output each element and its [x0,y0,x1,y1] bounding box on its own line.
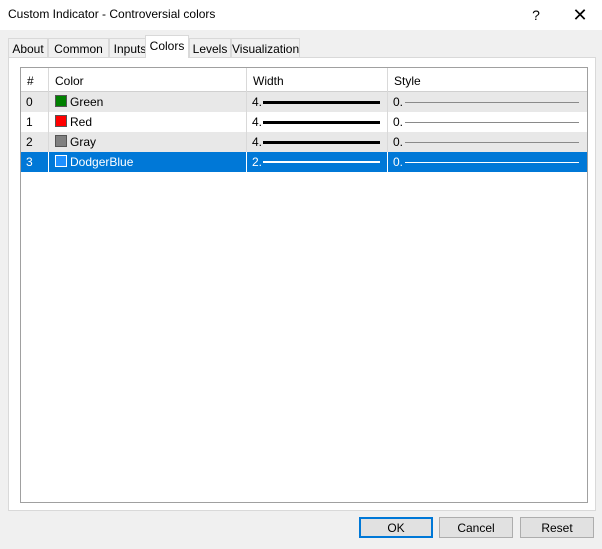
width-value: 4. [252,115,263,129]
color-cell[interactable]: Red [49,112,247,132]
title-bar: Custom Indicator - Controversial colors … [0,0,602,30]
color-name: Gray [70,135,97,149]
width-line-preview [263,121,380,124]
color-cell[interactable]: DodgerBlue [49,152,247,172]
width-cell[interactable]: 4. [247,92,388,112]
style-line-preview [405,162,579,163]
width-cell[interactable]: 4. [247,112,388,132]
style-cell[interactable]: 0. [388,92,587,112]
width-cell[interactable]: 2. [247,152,388,172]
tab-levels[interactable]: Levels [189,38,231,58]
style-value: 0. [393,115,404,129]
width-line-preview [263,141,380,144]
close-button[interactable]: ✕ [565,0,595,30]
table-row[interactable]: 2 Gray 4. 0. [21,132,587,152]
tab-about[interactable]: About [8,38,48,58]
style-cell[interactable]: 0. [388,152,587,172]
width-line-preview [263,161,380,163]
color-cell[interactable]: Gray [49,132,247,152]
tab-visualization[interactable]: Visualization [231,38,300,58]
help-button[interactable]: ? [521,0,551,30]
style-value: 0. [393,155,404,169]
tab-colors[interactable]: Colors [145,35,189,58]
width-cell[interactable]: 4. [247,132,388,152]
color-swatch [55,95,67,107]
colors-grid: # Color Width Style 0 Green 4. 0. 1 Red … [20,67,588,503]
color-swatch [55,135,67,147]
style-value: 0. [393,95,404,109]
window-title: Custom Indicator - Controversial colors [8,7,216,21]
style-line-preview [405,102,579,103]
row-index: 1 [21,112,49,132]
table-row[interactable]: 0 Green 4. 0. [21,92,587,112]
color-name: Green [70,95,104,109]
style-cell[interactable]: 0. [388,112,587,132]
header-index[interactable]: # [21,68,49,92]
header-style[interactable]: Style [388,68,587,92]
table-row[interactable]: 1 Red 4. 0. [21,112,587,132]
width-value: 2. [252,155,263,169]
row-index: 2 [21,132,49,152]
reset-button[interactable]: Reset [520,517,594,538]
header-width[interactable]: Width [247,68,388,92]
row-index: 3 [21,152,49,172]
style-value: 0. [393,135,404,149]
grid-header: # Color Width Style [21,68,587,92]
width-value: 4. [252,135,263,149]
table-row-selected[interactable]: 3 DodgerBlue 2. 0. [21,152,587,172]
ok-button[interactable]: OK [359,517,433,538]
color-cell[interactable]: Green [49,92,247,112]
style-line-preview [405,122,579,123]
row-index: 0 [21,92,49,112]
style-cell[interactable]: 0. [388,132,587,152]
width-value: 4. [252,95,263,109]
color-name: Red [70,115,93,129]
colors-panel: # Color Width Style 0 Green 4. 0. 1 Red … [8,57,596,511]
tab-common[interactable]: Common [48,38,109,58]
cancel-button[interactable]: Cancel [439,517,513,538]
header-color[interactable]: Color [49,68,247,92]
width-line-preview [263,101,380,104]
color-swatch [55,155,67,167]
style-line-preview [405,142,579,143]
color-name: DodgerBlue [70,155,134,169]
color-swatch [55,115,67,127]
